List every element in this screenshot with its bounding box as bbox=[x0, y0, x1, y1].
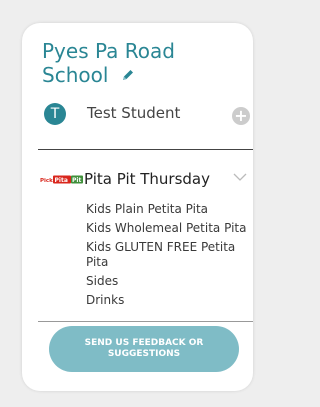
divider bbox=[38, 149, 253, 150]
menu-item[interactable]: Sides bbox=[86, 274, 251, 289]
menu-item[interactable]: Drinks bbox=[86, 293, 251, 308]
divider bbox=[38, 321, 253, 322]
school-name-label: Pyes Pa Road School bbox=[42, 39, 175, 87]
student-name: Test Student bbox=[87, 104, 181, 122]
svg-text:Pick: Pick bbox=[40, 178, 53, 184]
school-title: Pyes Pa Road School bbox=[42, 39, 232, 87]
svg-text:Pit: Pit bbox=[72, 177, 81, 184]
student-avatar: T bbox=[44, 103, 66, 125]
chevron-down-icon[interactable] bbox=[233, 172, 247, 182]
add-student-button[interactable]: + bbox=[232, 107, 250, 125]
pita-pit-logo: Pick Pita Pit bbox=[40, 175, 83, 184]
svg-text:Pita: Pita bbox=[55, 177, 68, 184]
menu-item[interactable]: Kids Wholemeal Petita Pita bbox=[86, 221, 251, 236]
school-card: Pyes Pa Road School T Test Student + Pic… bbox=[22, 23, 253, 391]
menu-title: Pita Pit Thursday bbox=[84, 170, 211, 188]
edit-pencil-icon[interactable] bbox=[121, 63, 135, 87]
feedback-button[interactable]: SEND US FEEDBACK OR SUGGESTIONS bbox=[49, 326, 239, 372]
menu-header[interactable]: Pick Pita Pit Pita Pit Thursday bbox=[40, 169, 250, 189]
menu-item[interactable]: Kids GLUTEN FREE Petita Pita bbox=[86, 240, 251, 270]
feedback-button-label: SEND US FEEDBACK OR SUGGESTIONS bbox=[84, 338, 204, 359]
menu-item-list: Kids Plain Petita Pita Kids Wholemeal Pe… bbox=[86, 202, 251, 312]
student-row[interactable]: T Test Student + bbox=[44, 103, 250, 129]
menu-item[interactable]: Kids Plain Petita Pita bbox=[86, 202, 251, 217]
